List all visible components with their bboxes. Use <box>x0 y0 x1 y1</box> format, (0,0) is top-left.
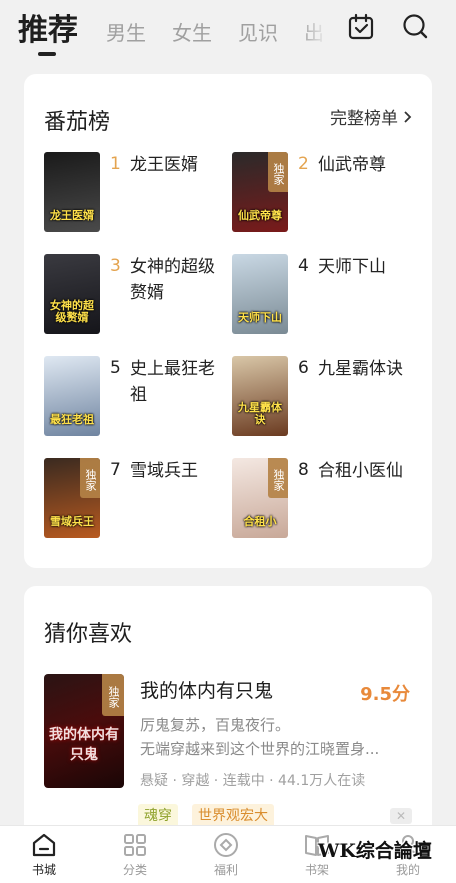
book-name[interactable]: 女神的超级赘婿 <box>130 254 230 306</box>
book-name[interactable]: 史上最狂老祖 <box>130 356 230 408</box>
exclusive-badge: 独家 <box>268 152 288 192</box>
rank-number: 1 <box>110 154 121 174</box>
nav-category[interactable]: 分类 <box>105 830 165 878</box>
book-meta: 悬疑 · 穿越 · 连载中 · 44.1万人在读 <box>140 773 366 789</box>
book-score: 9.5分 <box>360 684 410 705</box>
book-name[interactable]: 龙王医婿 <box>130 152 230 178</box>
book-cover[interactable]: 天师下山 <box>232 254 288 334</box>
grid-icon <box>124 834 146 856</box>
book-name[interactable]: 仙武帝尊 <box>318 152 418 178</box>
cover-title: 最狂老祖 <box>50 412 94 426</box>
book-description-line-1: 厉鬼复苏，百鬼夜行。 <box>140 716 291 734</box>
tab-insight[interactable]: 见识 <box>238 17 278 46</box>
nav-label: 分类 <box>122 863 147 877</box>
rank-number: 5 <box>110 358 121 378</box>
ranking-item[interactable]: 独家 雪域兵王 7 雪域兵王 <box>44 458 234 540</box>
active-tab-indicator <box>38 52 56 56</box>
search-icon[interactable] <box>400 12 430 42</box>
ranking-item[interactable]: 独家合租小 8 合租小医仙 <box>232 458 422 540</box>
exclusive-badge: 独家 <box>268 458 288 498</box>
cover-title: 九星霸体诀 <box>238 400 282 426</box>
ranking-item[interactable]: 女神的超级赘婿 3 女神的超级赘婿 <box>44 254 234 336</box>
book-name[interactable]: 九星霸体诀 <box>318 356 418 382</box>
rank-number: 4 <box>298 256 309 276</box>
book-cover[interactable]: 独家 我的体内有只鬼 <box>44 674 124 788</box>
rank-number: 7 <box>110 460 121 480</box>
guess-you-like-card: 猜你喜欢 独家 我的体内有只鬼 我的体内有只鬼 9.5分 厉鬼复苏，百鬼夜行。 … <box>24 586 432 846</box>
book-cover[interactable]: 九星霸体诀 <box>232 356 288 436</box>
cover-title: 雪域兵王 <box>50 514 94 528</box>
rank-number: 6 <box>298 358 309 378</box>
rank-number: 8 <box>298 460 309 480</box>
ranking-card: 番茄榜 完整榜单 龙王医婿 1 龙王医婿 独家 仙武帝尊 2 仙武帝尊 女神的超级赘婿 3 女神的… <box>24 74 432 568</box>
ranking-item[interactable]: 九星霸体诀 6 九星霸体诀 <box>232 356 422 438</box>
book-cover[interactable]: 龙王医婿 <box>44 152 100 232</box>
cover-title: 仙武帝尊 <box>238 208 282 222</box>
book-cover[interactable]: 女神的超级赘婿 <box>44 254 100 334</box>
cover-title: 合租小 <box>243 514 277 528</box>
book-description-line-2: 无端穿越来到这个世界的江晓置身... <box>140 740 380 758</box>
cover-title: 女神的超级赘婿 <box>50 298 94 324</box>
ranking-title: 番茄榜 <box>44 110 111 135</box>
cover-title: 天师下山 <box>238 310 282 324</box>
exclusive-badge: 独家 <box>80 458 100 498</box>
rank-number: 3 <box>110 256 121 276</box>
book-name[interactable]: 天师下山 <box>318 254 418 280</box>
nav-label: 福利 <box>213 863 238 877</box>
nav-label: 我的 <box>395 863 420 877</box>
ranking-item[interactable]: 龙王医婿 1 龙王医婿 <box>44 152 234 234</box>
ranking-item[interactable]: 天师下山 4 天师下山 <box>232 254 422 336</box>
calendar-check-icon[interactable] <box>346 12 376 42</box>
rank-number: 2 <box>298 154 309 174</box>
nav-welfare[interactable]: 福利 <box>196 830 256 878</box>
ranking-item[interactable]: 独家 仙武帝尊 2 仙武帝尊 <box>232 152 422 234</box>
book-name[interactable]: 雪域兵王 <box>130 458 230 484</box>
tab-female[interactable]: 女生 <box>172 17 212 46</box>
book-name[interactable]: 合租小医仙 <box>318 458 418 484</box>
home-icon <box>32 833 56 857</box>
full-ranking-label: 完整榜单 <box>330 109 398 129</box>
book-cover[interactable]: 独家雪域兵王 <box>44 458 100 538</box>
book-cover[interactable]: 独家仙武帝尊 <box>232 152 288 232</box>
tab-recommend[interactable]: 推荐 <box>18 5 78 49</box>
ranking-item[interactable]: 最狂老祖 5 史上最狂老祖 <box>44 356 234 438</box>
cover-title: 我的体内有只鬼 <box>49 727 119 763</box>
coin-icon <box>214 833 238 857</box>
nav-bookstore[interactable]: 书城 <box>14 830 74 878</box>
tab-male[interactable]: 男生 <box>106 17 146 46</box>
top-tab-bar: 推荐 男生 女生 见识 出 <box>0 0 456 62</box>
nav-label: 书城 <box>31 863 56 877</box>
book-cover[interactable]: 独家合租小 <box>232 458 288 538</box>
forum-watermark: WK综合論壇 <box>318 840 432 862</box>
guess-title: 猜你喜欢 <box>44 622 133 647</box>
full-ranking-link[interactable]: 完整榜单 <box>330 104 412 129</box>
exclusive-badge: 独家 <box>102 674 124 716</box>
nav-label: 书架 <box>304 863 329 877</box>
cover-title: 龙王医婿 <box>50 208 94 222</box>
book-cover[interactable]: 最狂老祖 <box>44 356 100 436</box>
tab-overflow-fade <box>300 10 340 50</box>
chevron-right-icon <box>404 110 412 123</box>
book-title[interactable]: 我的体内有只鬼 <box>140 676 273 703</box>
dismiss-icon[interactable]: ✕ <box>390 808 412 824</box>
